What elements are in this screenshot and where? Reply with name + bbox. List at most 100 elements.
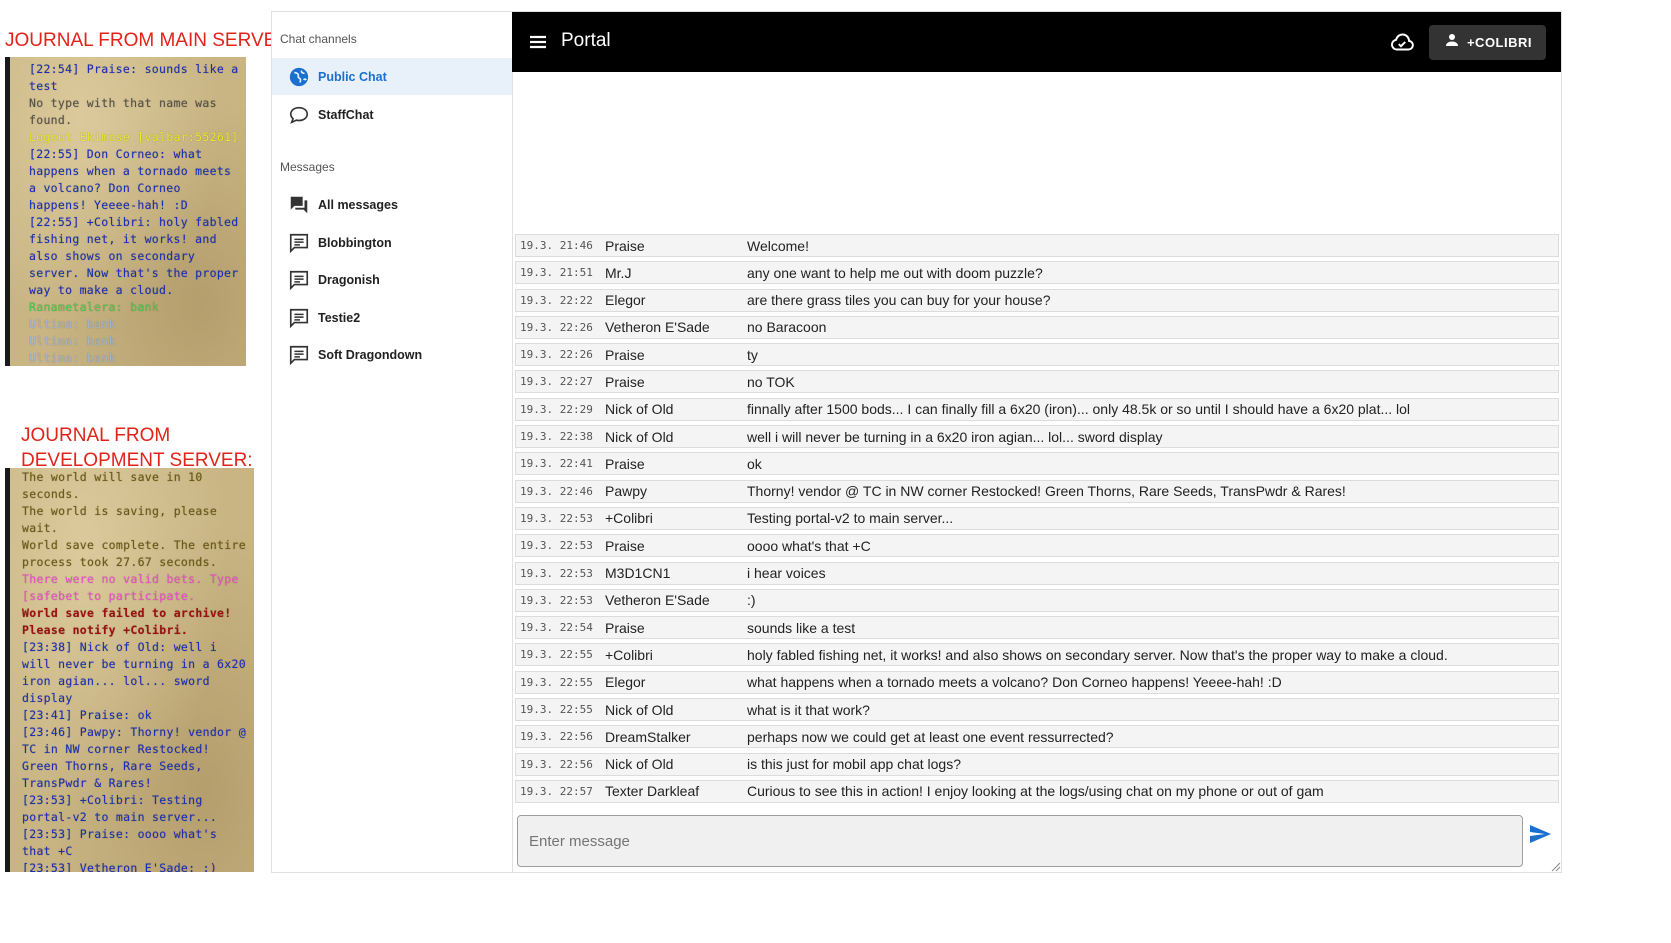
journal-line: The world will save in 10 seconds. xyxy=(22,470,203,501)
message-sender: Vetheron E'Sade xyxy=(605,319,710,336)
portal-app: Chat channels Public Chat StaffChat Mess… xyxy=(271,11,1562,873)
journal-line: Ultima: bank xyxy=(29,317,116,331)
message-sender: Nick of Old xyxy=(605,756,674,773)
message-sender: Texter Darkleaf xyxy=(605,783,700,800)
message-sender: DreamStalker xyxy=(605,728,691,745)
resize-handle-icon[interactable] xyxy=(1549,859,1561,872)
sidebar-item-public-chat[interactable]: Public Chat xyxy=(272,58,512,95)
message-timestamp: 19.3. 22:56 xyxy=(520,730,593,744)
person-icon xyxy=(1443,31,1461,54)
message-text: no TOK xyxy=(747,373,795,390)
sidebar-item-blobbington[interactable]: Blobbington xyxy=(272,224,512,261)
message-timestamp: 19.3. 22:53 xyxy=(520,539,593,553)
chat-bubble-icon xyxy=(288,104,310,126)
journal-line: [23:46] Pawpy: Thorny! vendor @ TC in NW… xyxy=(22,725,246,790)
chat-message-row: 19.3. 22:26 Praise ty xyxy=(515,343,1559,367)
journal-line: [22:55] +Colibri: holy fabled fishing ne… xyxy=(29,215,239,297)
message-text: is this just for mobil app chat logs? xyxy=(747,756,961,773)
sidebar-item-dragonish[interactable]: Dragonish xyxy=(272,261,512,298)
journal-line: Ranametalera: bank xyxy=(29,300,160,314)
user-name-label: +COLIBRI xyxy=(1466,35,1533,50)
top-app-bar: Portal +COLIBRI xyxy=(512,12,1561,72)
journal-line: [23:38] Nick of Old: well i will never b… xyxy=(22,640,246,705)
forum-icon xyxy=(288,194,310,216)
message-sender: Mr.J xyxy=(605,264,632,281)
message-timestamp: 19.3. 22:27 xyxy=(520,375,593,389)
sidebar-item-all-messages[interactable]: All messages xyxy=(272,186,512,223)
message-sender: Elegor xyxy=(605,292,646,309)
message-timestamp: 19.3. 22:55 xyxy=(520,703,593,717)
main-server-journal: [22:54] Praise: sounds like a test No typ… xyxy=(5,57,246,366)
message-text: sounds like a test xyxy=(747,619,856,636)
message-sender: Praise xyxy=(605,537,645,554)
cloud-sync-icon[interactable] xyxy=(1389,30,1415,56)
message-icon xyxy=(288,344,310,366)
chat-message-row: 19.3. 22:38 Nick of Old well i will never … xyxy=(515,425,1559,449)
message-timestamp: 19.3. 21:46 xyxy=(520,239,593,252)
message-sender: +Colibri xyxy=(605,510,653,527)
send-icon[interactable] xyxy=(1528,822,1552,846)
journal-line: There were no valid bets. Type [safebet … xyxy=(22,572,239,603)
user-account-button[interactable]: +COLIBRI xyxy=(1429,25,1546,60)
chat-message-row: 19.3. 22:55 +Colibri holy fabled fishing n… xyxy=(515,643,1559,667)
chat-message-row: 19.3. 22:54 Praise sounds like a test xyxy=(515,616,1559,640)
journal-line: [23:53] Vetheron E'Sade: :) xyxy=(22,861,218,872)
message-text: :) xyxy=(747,592,756,609)
message-sender: Nick of Old xyxy=(605,701,674,718)
chat-message-row: 19.3. 22:53 +Colibri Testing portal-v2 to … xyxy=(515,506,1559,530)
sidebar-item-label: Dragonish xyxy=(318,272,380,287)
message-icon xyxy=(288,307,310,329)
message-text: Welcome! xyxy=(747,237,809,254)
chat-message-row: 19.3. 22:55 Nick of Old what is it that wo… xyxy=(515,698,1559,722)
chat-message-row: 19.3. 22:22 Elegor are there grass tiles y… xyxy=(515,288,1559,312)
message-timestamp: 19.3. 22:29 xyxy=(520,402,593,416)
messages-section-title: Messages xyxy=(280,160,335,174)
message-timestamp: 19.3. 22:41 xyxy=(520,457,593,471)
journal-line: World save failed to archive! Please not… xyxy=(22,606,232,637)
journal-line: Ultima: bank xyxy=(29,334,116,348)
message-timestamp: 19.3. 22:53 xyxy=(520,511,593,525)
sidebar-item-staffchat[interactable]: StaffChat xyxy=(272,96,512,133)
message-text: well i will never be turning in a 6x20 i… xyxy=(747,428,1163,445)
chat-message-list: 19.3. 21:46 Praise Welcome! 19.3. 21:51 Mr.J… xyxy=(515,234,1559,807)
message-timestamp: 19.3. 22:38 xyxy=(520,430,593,444)
message-sender: Praise xyxy=(605,373,645,390)
message-input[interactable] xyxy=(518,816,1522,866)
chat-message-row: 19.3. 22:53 Praise oooo what's that +C xyxy=(515,534,1559,558)
chat-message-row: 19.3. 22:53 Vetheron E'Sade:) xyxy=(515,588,1559,612)
channels-section-title: Chat channels xyxy=(280,32,357,46)
message-text: ty xyxy=(747,346,758,363)
journal-line: No type with that name was found. xyxy=(29,96,217,127)
journal-line: Logout Ekimose [valbar:55261] xyxy=(29,130,239,144)
journal-line: [23:41] Praise: ok xyxy=(22,708,153,722)
journal-line: Ultima: bank xyxy=(29,351,116,365)
hamburger-menu-icon[interactable] xyxy=(526,30,550,54)
sidebar-item-label: Testie2 xyxy=(318,310,361,325)
message-text: are there grass tiles you can buy for yo… xyxy=(747,292,1051,309)
message-sender: Praise xyxy=(605,237,645,254)
message-text: Curious to see this in action! I enjoy l… xyxy=(747,783,1324,800)
chat-message-row: 19.3. 22:46 Pawpy Thorny! vendor @ TC in N… xyxy=(515,479,1559,503)
message-text: finnally after 1500 bods... I can finall… xyxy=(747,401,1411,418)
message-sender: Praise xyxy=(605,619,645,636)
message-text: what happens when a tornado meets a volc… xyxy=(747,674,1282,691)
journal-line: [22:54] Praise: sounds like a test xyxy=(29,62,239,93)
message-timestamp: 19.3. 22:57 xyxy=(520,784,593,798)
message-timestamp: 19.3. 22:22 xyxy=(520,293,593,307)
message-input-box[interactable] xyxy=(517,815,1523,867)
journal-line: [22:55] Don Corneo: what happens when a … xyxy=(29,147,232,212)
sidebar-item-soft-dragondown[interactable]: Soft Dragondown xyxy=(272,336,512,373)
message-text: oooo what's that +C xyxy=(747,537,871,554)
sidebar-item-label: Public Chat xyxy=(318,69,387,84)
chat-message-row: 19.3. 21:51 Mr.J any one want to help me o… xyxy=(515,261,1559,285)
dev-server-journal: The world will save in 10 seconds. The wo… xyxy=(5,468,254,872)
message-sender: Nick of Old xyxy=(605,401,674,418)
main-journal-caption: JOURNAL FROM MAIN SERVER xyxy=(5,30,291,51)
sidebar-item-label: All messages xyxy=(318,197,398,212)
message-icon xyxy=(288,232,310,254)
message-text: no Baracoon xyxy=(747,319,827,336)
sidebar-item-testie2[interactable]: Testie2 xyxy=(272,299,512,336)
message-text: Thorny! vendor @ TC in NW corner Restock… xyxy=(747,483,1346,500)
message-timestamp: 19.3. 22:56 xyxy=(520,757,593,771)
chat-message-row: 19.3. 22:56 Nick of Old is this just for m… xyxy=(515,752,1559,776)
